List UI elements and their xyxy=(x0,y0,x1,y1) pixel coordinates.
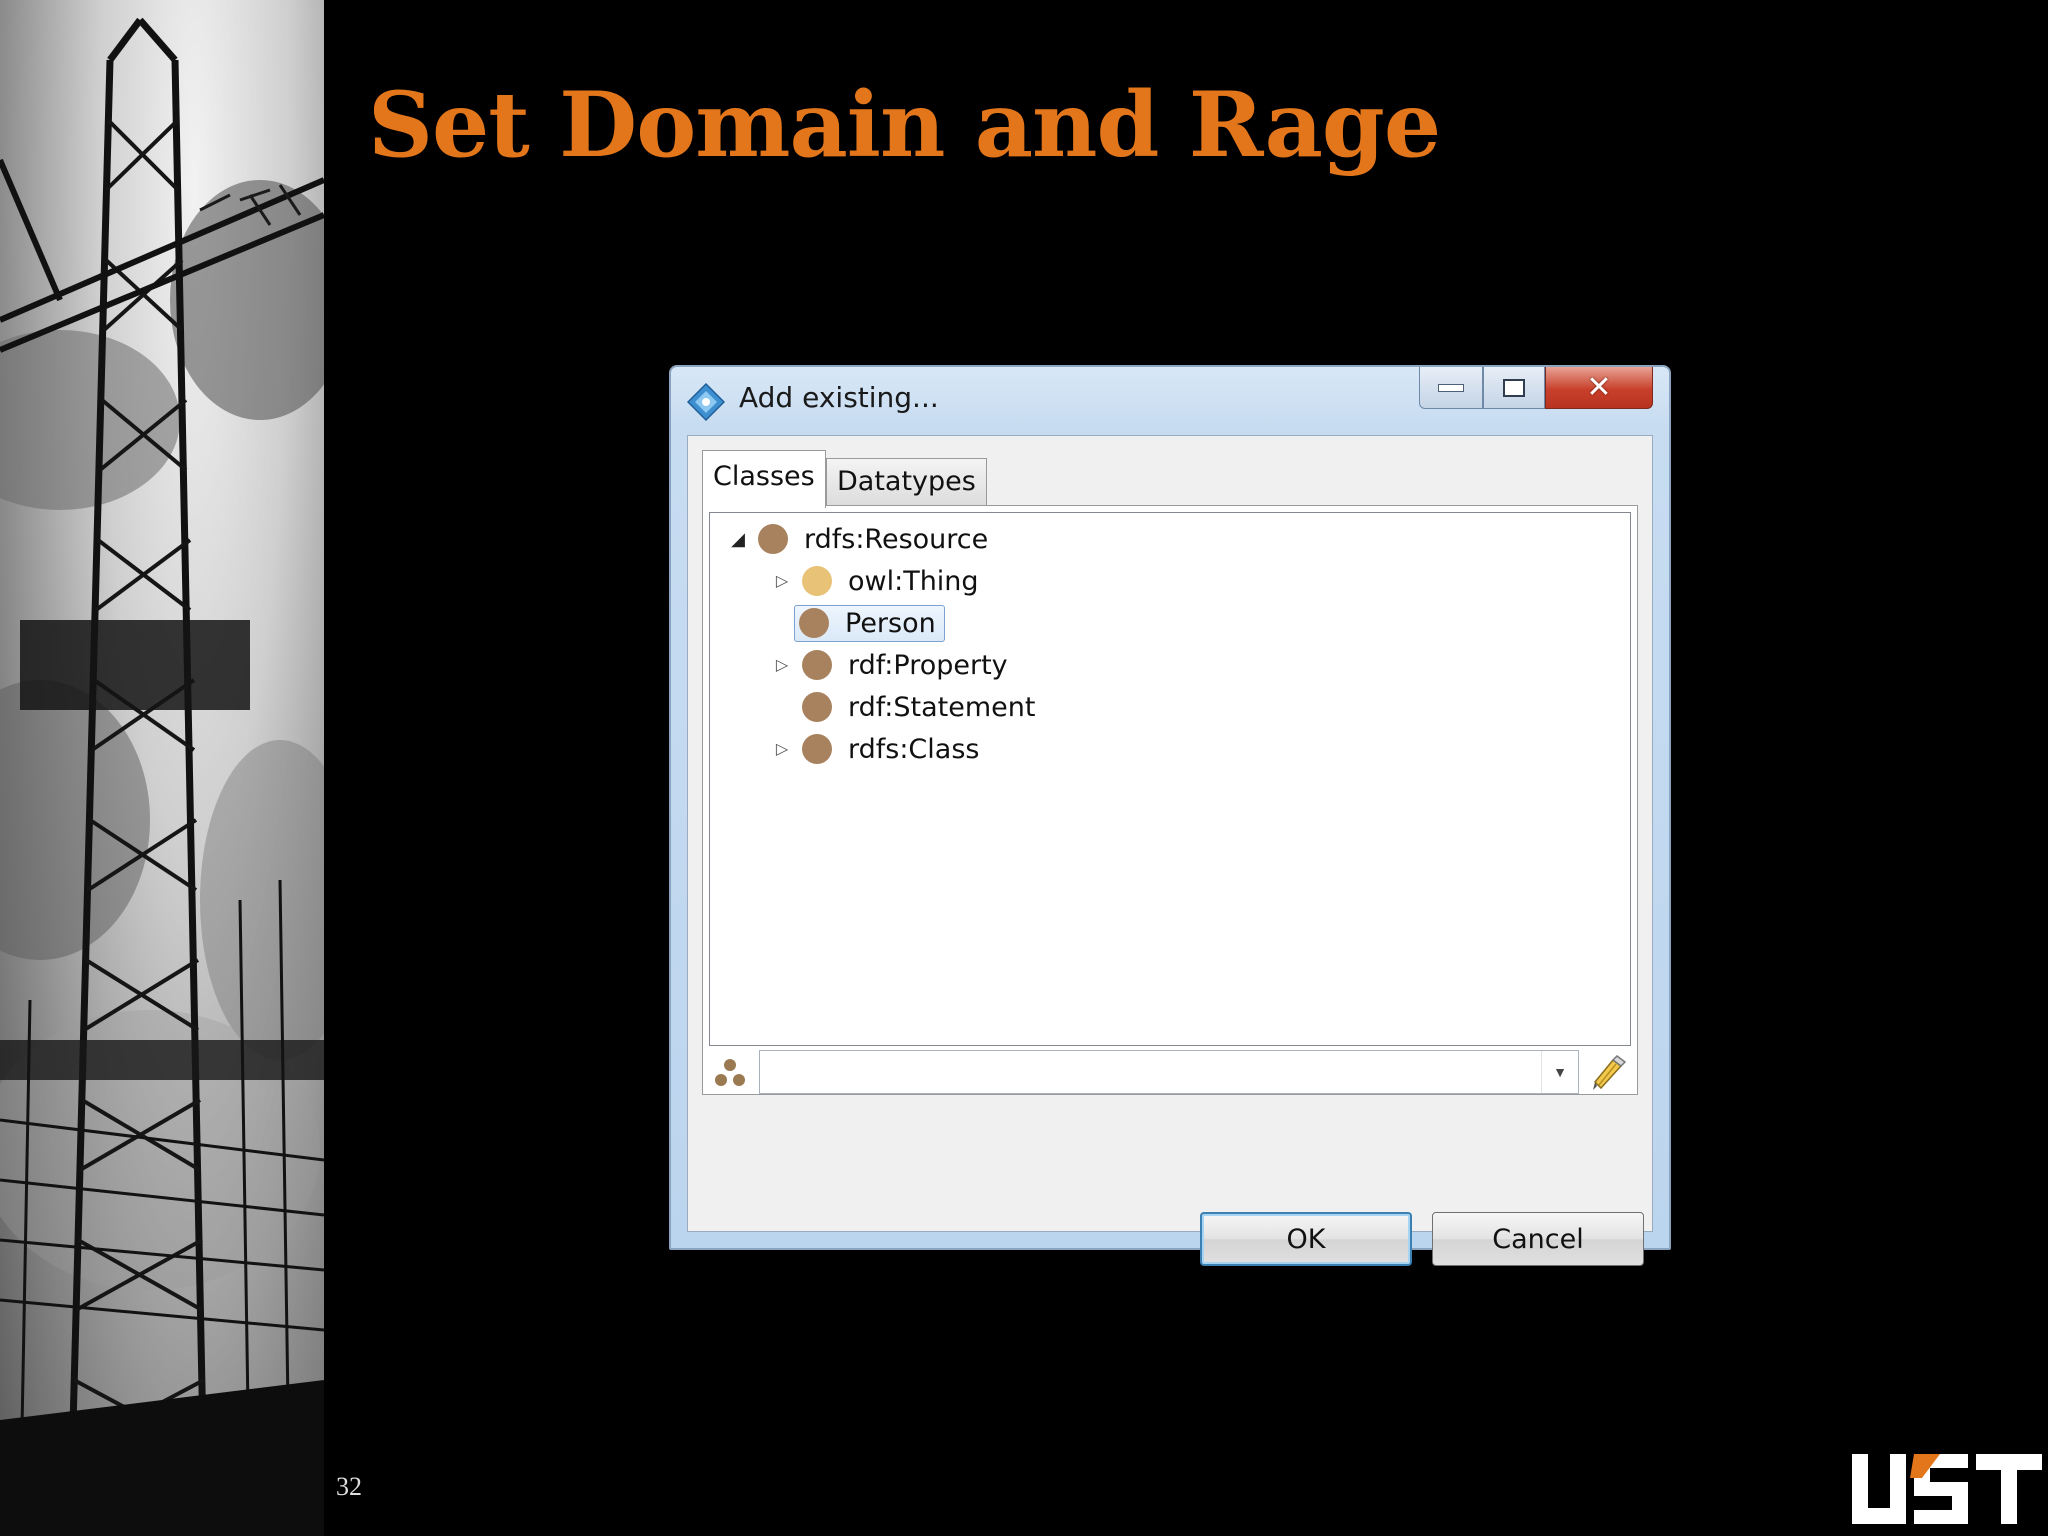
maximize-button[interactable] xyxy=(1483,367,1545,409)
tab-classes[interactable]: Classes xyxy=(702,450,826,508)
tree-item-rdf-property[interactable]: ▷ rdf:Property xyxy=(770,645,1014,685)
ok-button[interactable]: OK xyxy=(1200,1212,1412,1266)
tab-datatypes[interactable]: Datatypes xyxy=(826,458,987,506)
filter-combobox[interactable]: ▼ xyxy=(759,1050,1579,1094)
filter-row: ▼ xyxy=(709,1050,1631,1094)
cancel-button[interactable]: Cancel xyxy=(1432,1212,1644,1266)
maximize-icon xyxy=(1503,378,1525,397)
tab-panel-classes: ◢ rdfs:Resource ▷ owl:Thing Person ▷ rdf… xyxy=(702,505,1638,1095)
dialog-title: Add existing... xyxy=(739,381,939,414)
tree-item-label: rdf:Statement xyxy=(848,691,1036,723)
pencil-icon[interactable] xyxy=(1587,1052,1627,1092)
class-icon xyxy=(802,692,832,722)
tree-collapsed-icon[interactable]: ▷ xyxy=(770,653,794,677)
protege-diamond-icon xyxy=(687,383,725,421)
ust-logo xyxy=(1852,1454,2042,1524)
tree-item-label: rdf:Property xyxy=(848,649,1008,681)
tree-collapsed-icon[interactable]: ▷ xyxy=(770,569,794,593)
class-tree[interactable]: ◢ rdfs:Resource ▷ owl:Thing Person ▷ rdf… xyxy=(709,512,1631,1046)
slide-page-number: 32 xyxy=(336,1472,362,1501)
close-icon: ✕ xyxy=(1586,370,1612,405)
tree-item-label: rdfs:Resource xyxy=(804,523,989,555)
tree-item-rdfs-class[interactable]: ▷ rdfs:Class xyxy=(770,729,985,769)
minimize-icon xyxy=(1438,383,1464,392)
class-icon xyxy=(802,566,832,596)
tree-item-label: rdfs:Class xyxy=(848,733,980,765)
tree-item-owl-thing[interactable]: ▷ owl:Thing xyxy=(770,561,985,601)
tree-item-label: owl:Thing xyxy=(848,565,979,597)
tree-item-person[interactable]: Person xyxy=(770,603,945,643)
dropdown-arrow-icon[interactable]: ▼ xyxy=(1541,1051,1578,1093)
dialog-titlebar[interactable]: Add existing... ✕ xyxy=(671,367,1669,431)
tree-no-expander xyxy=(770,611,794,635)
close-button[interactable]: ✕ xyxy=(1545,367,1653,409)
dialog-client-area: Classes Datatypes ◢ rdfs:Resource ▷ owl:… xyxy=(687,435,1653,1266)
tree-item-rdf-statement[interactable]: rdf:Statement xyxy=(770,687,1041,727)
class-icon xyxy=(802,650,832,680)
class-icon xyxy=(758,524,788,554)
class-hierarchy-icon[interactable] xyxy=(713,1056,747,1090)
slide-title: Set Domain and Rage xyxy=(368,72,1441,178)
class-icon xyxy=(799,608,829,638)
filter-input[interactable] xyxy=(760,1051,1546,1091)
class-icon xyxy=(802,734,832,764)
tree-selection-highlight: Person xyxy=(794,604,945,642)
add-existing-dialog: Add existing... ✕ Classes Datatypes ◢ rd… xyxy=(669,365,1671,1266)
tree-item-label: Person xyxy=(845,607,936,639)
tree-expanded-icon[interactable]: ◢ xyxy=(726,527,750,551)
tree-collapsed-icon[interactable]: ▷ xyxy=(770,737,794,761)
construction-crane-photo xyxy=(0,0,324,1536)
minimize-button[interactable] xyxy=(1419,367,1483,409)
tree-item-rdfs-resource[interactable]: ◢ rdfs:Resource xyxy=(726,519,994,559)
tree-no-expander xyxy=(770,695,794,719)
